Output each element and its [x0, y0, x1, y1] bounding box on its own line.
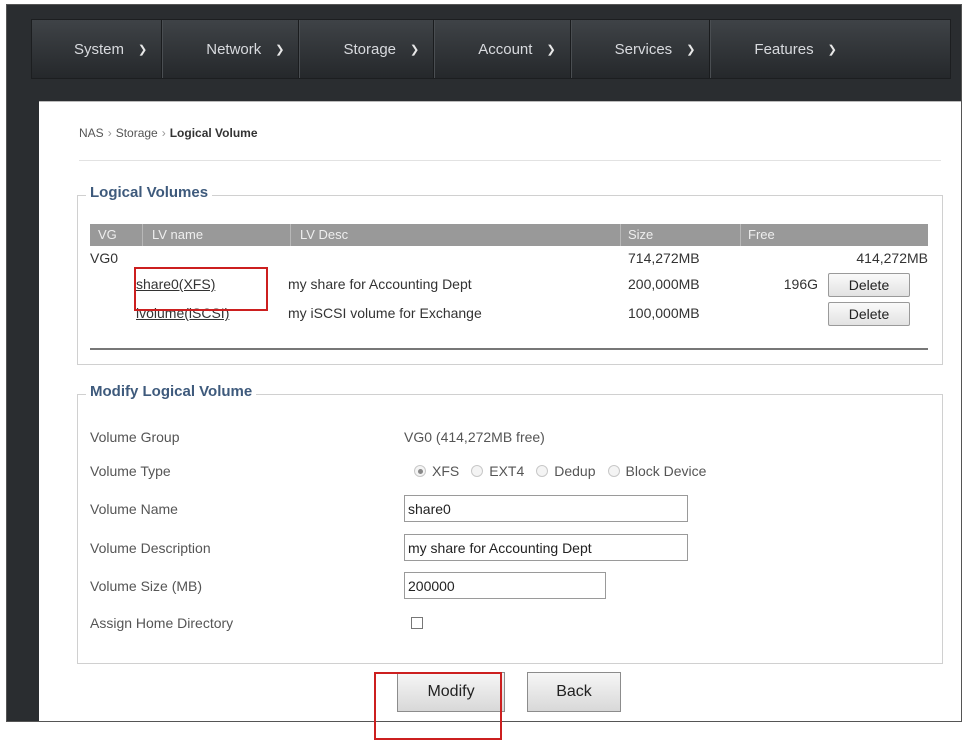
vg-size: 714,272MB [628, 250, 700, 266]
chevron-down-icon: ❯ [138, 43, 148, 56]
volume-group-label: Volume Group [90, 429, 180, 445]
chevron-down-icon: ❯ [410, 43, 420, 56]
chevron-down-icon: ❯ [827, 43, 837, 56]
nav-features[interactable]: Features ❯ [710, 20, 850, 78]
breadcrumb: NAS › Storage › Logical Volume [79, 126, 258, 140]
col-lv-desc: LV Desc [300, 227, 349, 242]
lv-name-link[interactable]: share0(XFS) [136, 276, 215, 292]
breadcrumb-separator: › [161, 126, 166, 140]
volume-size-label: Volume Size (MB) [90, 578, 203, 594]
chevron-down-icon: ❯ [686, 43, 696, 56]
lv-free: 196G [783, 276, 818, 292]
volume-description-input[interactable] [404, 534, 688, 561]
volume-name-input[interactable] [404, 495, 688, 522]
app-window: System ❯ Network ❯ Storage ❯ Account ❯ S… [6, 4, 962, 722]
radio-dedup[interactable] [536, 465, 549, 477]
nav-storage[interactable]: Storage ❯ [299, 20, 433, 78]
radio-ext4[interactable] [471, 465, 484, 477]
vg-free: 414,272MB [856, 250, 928, 266]
volume-group-value: VG0 (414,272MB free) [404, 429, 545, 445]
radio-xfs[interactable] [414, 465, 426, 477]
chevron-down-icon: ❯ [546, 43, 556, 56]
column-divider [620, 224, 621, 246]
lv-name-link[interactable]: ivolume(iSCSI) [136, 305, 229, 321]
column-divider [142, 224, 143, 246]
col-vg: VG [98, 227, 117, 242]
col-size: Size [628, 227, 654, 242]
table-row: share0(XFS) [136, 276, 215, 292]
volume-type-radio-group: XFS EXT4 Dedup Block Device [414, 463, 718, 479]
volume-description-label: Volume Description [90, 540, 211, 556]
breadcrumb-root[interactable]: NAS [79, 126, 104, 140]
top-navigation: System ❯ Network ❯ Storage ❯ Account ❯ S… [31, 19, 951, 79]
column-divider [290, 224, 291, 246]
modify-volume-section: Modify Logical Volume Volume Group VG0 (… [77, 383, 943, 664]
column-divider [740, 224, 741, 246]
nav-account[interactable]: Account ❯ [434, 20, 569, 78]
breadcrumb-section[interactable]: Storage [116, 126, 158, 140]
radio-label: XFS [432, 463, 460, 479]
nav-system[interactable]: System ❯ [32, 20, 161, 78]
volume-name-label: Volume Name [90, 501, 178, 517]
content-panel: NAS › Storage › Logical Volume Logical Volum… [39, 101, 961, 721]
breadcrumb-current: Logical Volume [169, 126, 258, 140]
chevron-down-icon: ❯ [275, 43, 285, 56]
table-divider [90, 348, 928, 350]
vg-name: VG0 [90, 250, 119, 266]
home-directory-checkbox[interactable] [411, 617, 423, 629]
delete-button[interactable]: Delete [828, 302, 910, 326]
logical-volumes-legend: Logical Volumes [86, 184, 213, 201]
modify-volume-legend: Modify Logical Volume [86, 383, 257, 400]
radio-label: EXT4 [489, 463, 525, 479]
volume-size-input[interactable] [404, 572, 606, 599]
modify-button[interactable]: Modify [397, 672, 505, 712]
lv-size: 200,000MB [628, 276, 700, 292]
nav-services[interactable]: Services ❯ [571, 20, 710, 78]
breadcrumb-divider [79, 160, 941, 161]
col-lv-name: LV name [152, 227, 204, 242]
volume-type-label: Volume Type [90, 463, 171, 479]
logical-volumes-section: Logical Volumes VG LV name LV Desc Size … [77, 184, 943, 365]
lv-desc: my share for Accounting Dept [288, 276, 472, 292]
col-free: Free [748, 227, 775, 242]
lv-size: 100,000MB [628, 305, 700, 321]
nav-network[interactable]: Network ❯ [162, 20, 298, 78]
radio-label: Dedup [554, 463, 596, 479]
breadcrumb-separator: › [107, 126, 112, 140]
home-directory-label: Assign Home Directory [90, 615, 234, 631]
table-header: VG LV name LV Desc Size Free [90, 224, 928, 246]
radio-label: Block Device [625, 463, 707, 479]
radio-block-device[interactable] [607, 465, 620, 477]
delete-button[interactable]: Delete [828, 273, 910, 297]
lv-desc: my iSCSI volume for Exchange [288, 305, 482, 321]
table-row: ivolume(iSCSI) [136, 305, 229, 321]
back-button[interactable]: Back [527, 672, 621, 712]
